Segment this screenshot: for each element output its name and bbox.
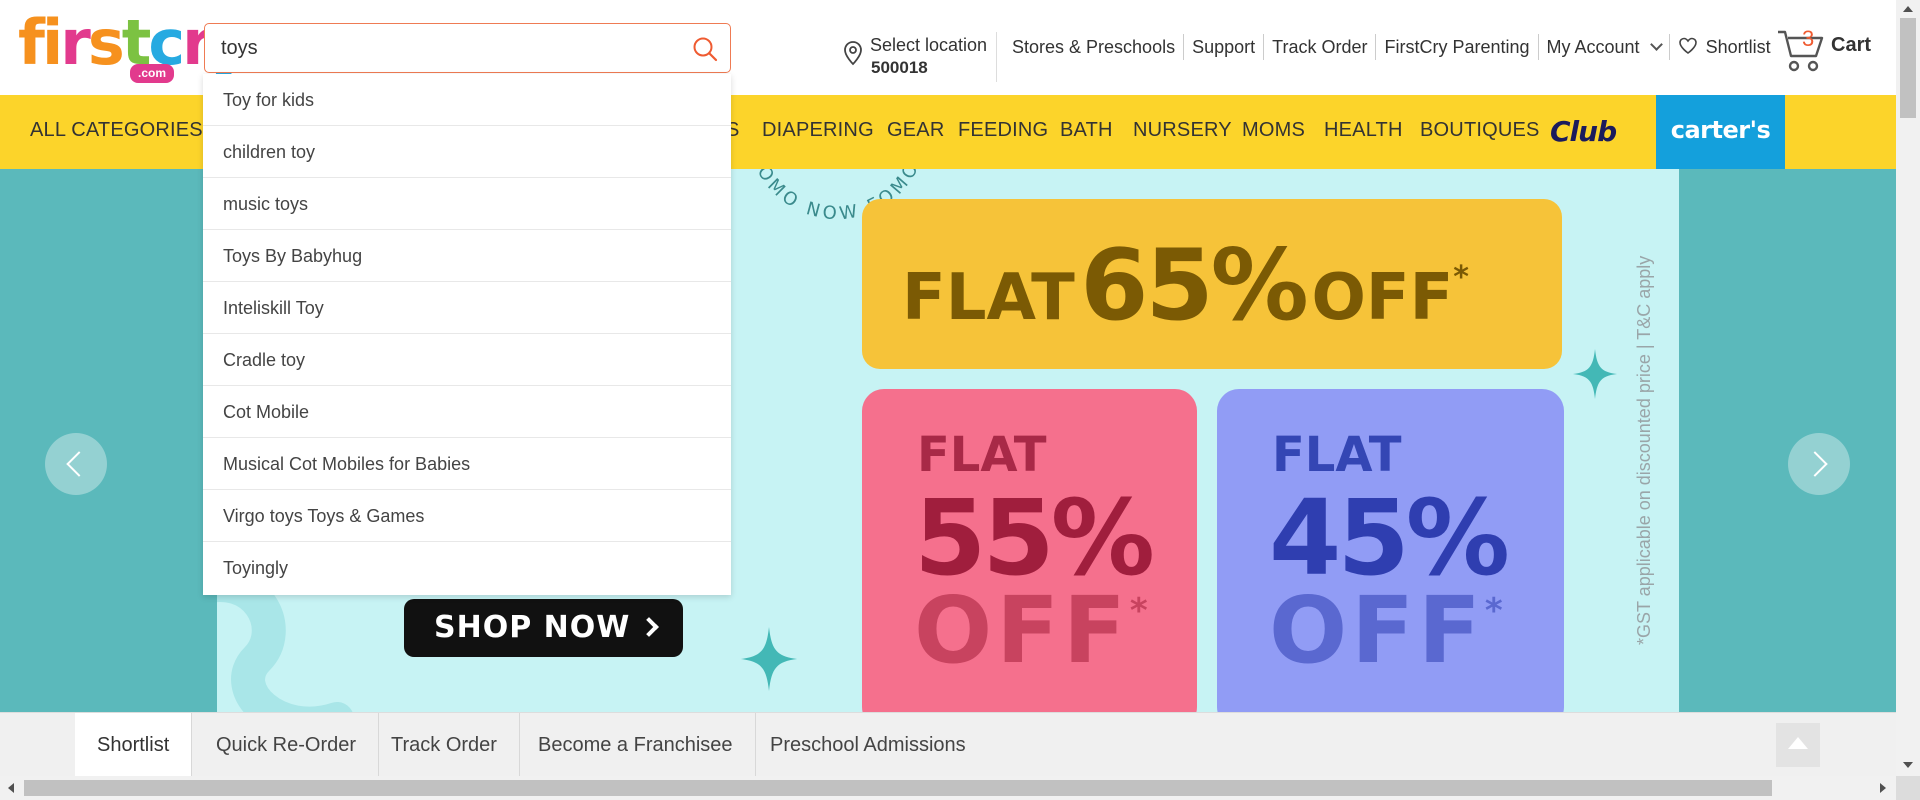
- category-bath[interactable]: BATH: [1060, 119, 1113, 142]
- gst-note-text: *GST applicable on discounted price | T&…: [1634, 255, 1654, 645]
- category-diapering[interactable]: DIAPERING: [762, 119, 874, 142]
- shortlist-link[interactable]: Shortlist: [1668, 34, 1779, 60]
- firstcry-parenting-link[interactable]: FirstCry Parenting: [1375, 34, 1537, 60]
- arrow-up-icon: [1788, 737, 1808, 749]
- stores-preschools-link[interactable]: Stores & Preschools: [1004, 34, 1183, 60]
- category-health[interactable]: HEALTH: [1324, 119, 1403, 142]
- chevron-down-icon: [1649, 38, 1663, 51]
- search-suggestions-dropdown: Toy for kids children toy music toys Toy…: [203, 74, 731, 595]
- category-boutiques[interactable]: BOUTIQUES: [1420, 119, 1540, 142]
- cart-label: Cart: [1831, 34, 1872, 56]
- category-feeding[interactable]: FEEDING: [958, 119, 1048, 142]
- offer-55-off: OFF*: [914, 577, 1152, 684]
- heart-icon: [1678, 37, 1697, 54]
- scroll-down-arrow-icon[interactable]: [1903, 762, 1913, 768]
- offer-45-asterisk: *: [1484, 591, 1507, 631]
- search-input[interactable]: [221, 32, 671, 64]
- support-link[interactable]: Support: [1183, 34, 1263, 60]
- scroll-right-arrow-icon[interactable]: [1880, 783, 1886, 793]
- carters-logo[interactable]: carter's: [1656, 95, 1785, 169]
- carousel-next-button[interactable]: [1788, 433, 1850, 495]
- category-nursery[interactable]: NURSERY: [1133, 119, 1232, 142]
- location-pin-icon: [844, 41, 862, 66]
- cart-button[interactable]: 3 Cart: [1776, 22, 1886, 76]
- my-account-menu[interactable]: My Account: [1537, 34, 1669, 60]
- suggestion-item[interactable]: music toys: [203, 178, 731, 230]
- my-account-label: My Account: [1546, 37, 1640, 57]
- suggestion-item[interactable]: Toys By Babyhug: [203, 230, 731, 282]
- category-gear[interactable]: GEAR: [887, 119, 944, 142]
- club-logo[interactable]: Club: [1550, 115, 1617, 148]
- search-icon[interactable]: [692, 36, 718, 62]
- suggestion-item[interactable]: Cradle toy: [203, 334, 731, 386]
- offer-65-text: FLAT 65% OFF*: [902, 229, 1469, 343]
- scroll-to-top-button[interactable]: [1776, 723, 1820, 767]
- bottom-quick-reorder[interactable]: Quick Re-Order: [194, 713, 380, 777]
- gst-note: *GST applicable on discounted price | T&…: [1632, 205, 1654, 655]
- page: firstcry .com Select location 500018 Sto…: [0, 0, 1920, 800]
- offer-65-panel: FLAT 65% OFF*: [862, 199, 1562, 369]
- offer-65-flat: FLAT: [902, 261, 1075, 335]
- bottom-become-franchisee[interactable]: Become a Franchisee: [516, 713, 756, 777]
- suggestion-item[interactable]: Musical Cot Mobiles for Babies: [203, 438, 731, 490]
- offer-65-asterisk: *: [1453, 260, 1469, 295]
- scroll-left-arrow-icon[interactable]: [8, 783, 14, 793]
- suggestion-item[interactable]: Toyingly: [203, 542, 731, 594]
- chevron-right-icon: [639, 617, 660, 637]
- suggestion-item[interactable]: Inteliskill Toy: [203, 282, 731, 334]
- track-order-link[interactable]: Track Order: [1263, 34, 1375, 60]
- offer-55-off-text: OFF: [914, 577, 1130, 684]
- offer-45-panel: FLAT 45% OFF*: [1217, 389, 1564, 712]
- shortlist-label: Shortlist: [1705, 37, 1771, 57]
- location-pincode: 500018: [871, 58, 928, 77]
- bottom-quick-bar: Shortlist Quick Re-Order Track Order Bec…: [0, 712, 1896, 777]
- location-label: Select location: [870, 35, 988, 55]
- offer-55-flat: FLAT: [917, 427, 1047, 483]
- bottom-shortlist[interactable]: Shortlist: [75, 713, 193, 777]
- vertical-scroll-thumb[interactable]: [1900, 18, 1916, 118]
- horizontal-scrollbar[interactable]: [0, 776, 1896, 800]
- suggestion-item[interactable]: Toy for kids: [203, 74, 731, 126]
- logo-com-badge: .com: [130, 64, 174, 83]
- shop-now-label: SHOP NOW: [434, 610, 631, 645]
- suggestion-item[interactable]: Virgo toys Toys & Games: [203, 490, 731, 542]
- offer-55-asterisk: *: [1129, 591, 1152, 631]
- cart-icon: [1778, 30, 1824, 72]
- bottom-track-order[interactable]: Track Order: [369, 713, 520, 777]
- divider: [996, 32, 997, 82]
- suggestion-item[interactable]: children toy: [203, 126, 731, 178]
- suggestion-item[interactable]: Cot Mobile: [203, 386, 731, 438]
- search-box[interactable]: [204, 23, 731, 73]
- top-links: Stores & Preschools Support Track Order …: [1004, 34, 1779, 60]
- offer-65-percent: 65%: [1080, 229, 1309, 343]
- category-moms[interactable]: MOMS: [1242, 119, 1305, 142]
- sparkle-icon: [740, 627, 798, 691]
- chevron-right-icon: [1802, 451, 1828, 477]
- offer-45-off: OFF*: [1269, 577, 1507, 684]
- vertical-scrollbar[interactable]: [1896, 0, 1920, 776]
- firstcry-logo[interactable]: firstcry .com: [18, 12, 250, 86]
- chevron-left-icon: [66, 451, 92, 477]
- offer-55-panel: FLAT 55% OFF*: [862, 389, 1197, 712]
- scrollbar-corner: [1896, 776, 1920, 800]
- category-all[interactable]: ALL CATEGORIES: [30, 119, 203, 142]
- bottom-preschool-admissions[interactable]: Preschool Admissions: [748, 713, 988, 777]
- offer-65-off: OFF: [1311, 261, 1454, 335]
- horizontal-scroll-thumb[interactable]: [24, 780, 1772, 796]
- cart-count-badge: 3: [1802, 26, 1815, 51]
- offer-45-off-text: OFF: [1269, 577, 1485, 684]
- sparkle-icon: [1573, 349, 1617, 399]
- carousel-prev-button[interactable]: [45, 433, 107, 495]
- scroll-up-arrow-icon[interactable]: [1903, 6, 1913, 12]
- shop-now-button[interactable]: SHOP NOW: [404, 599, 683, 657]
- offer-45-flat: FLAT: [1272, 427, 1402, 483]
